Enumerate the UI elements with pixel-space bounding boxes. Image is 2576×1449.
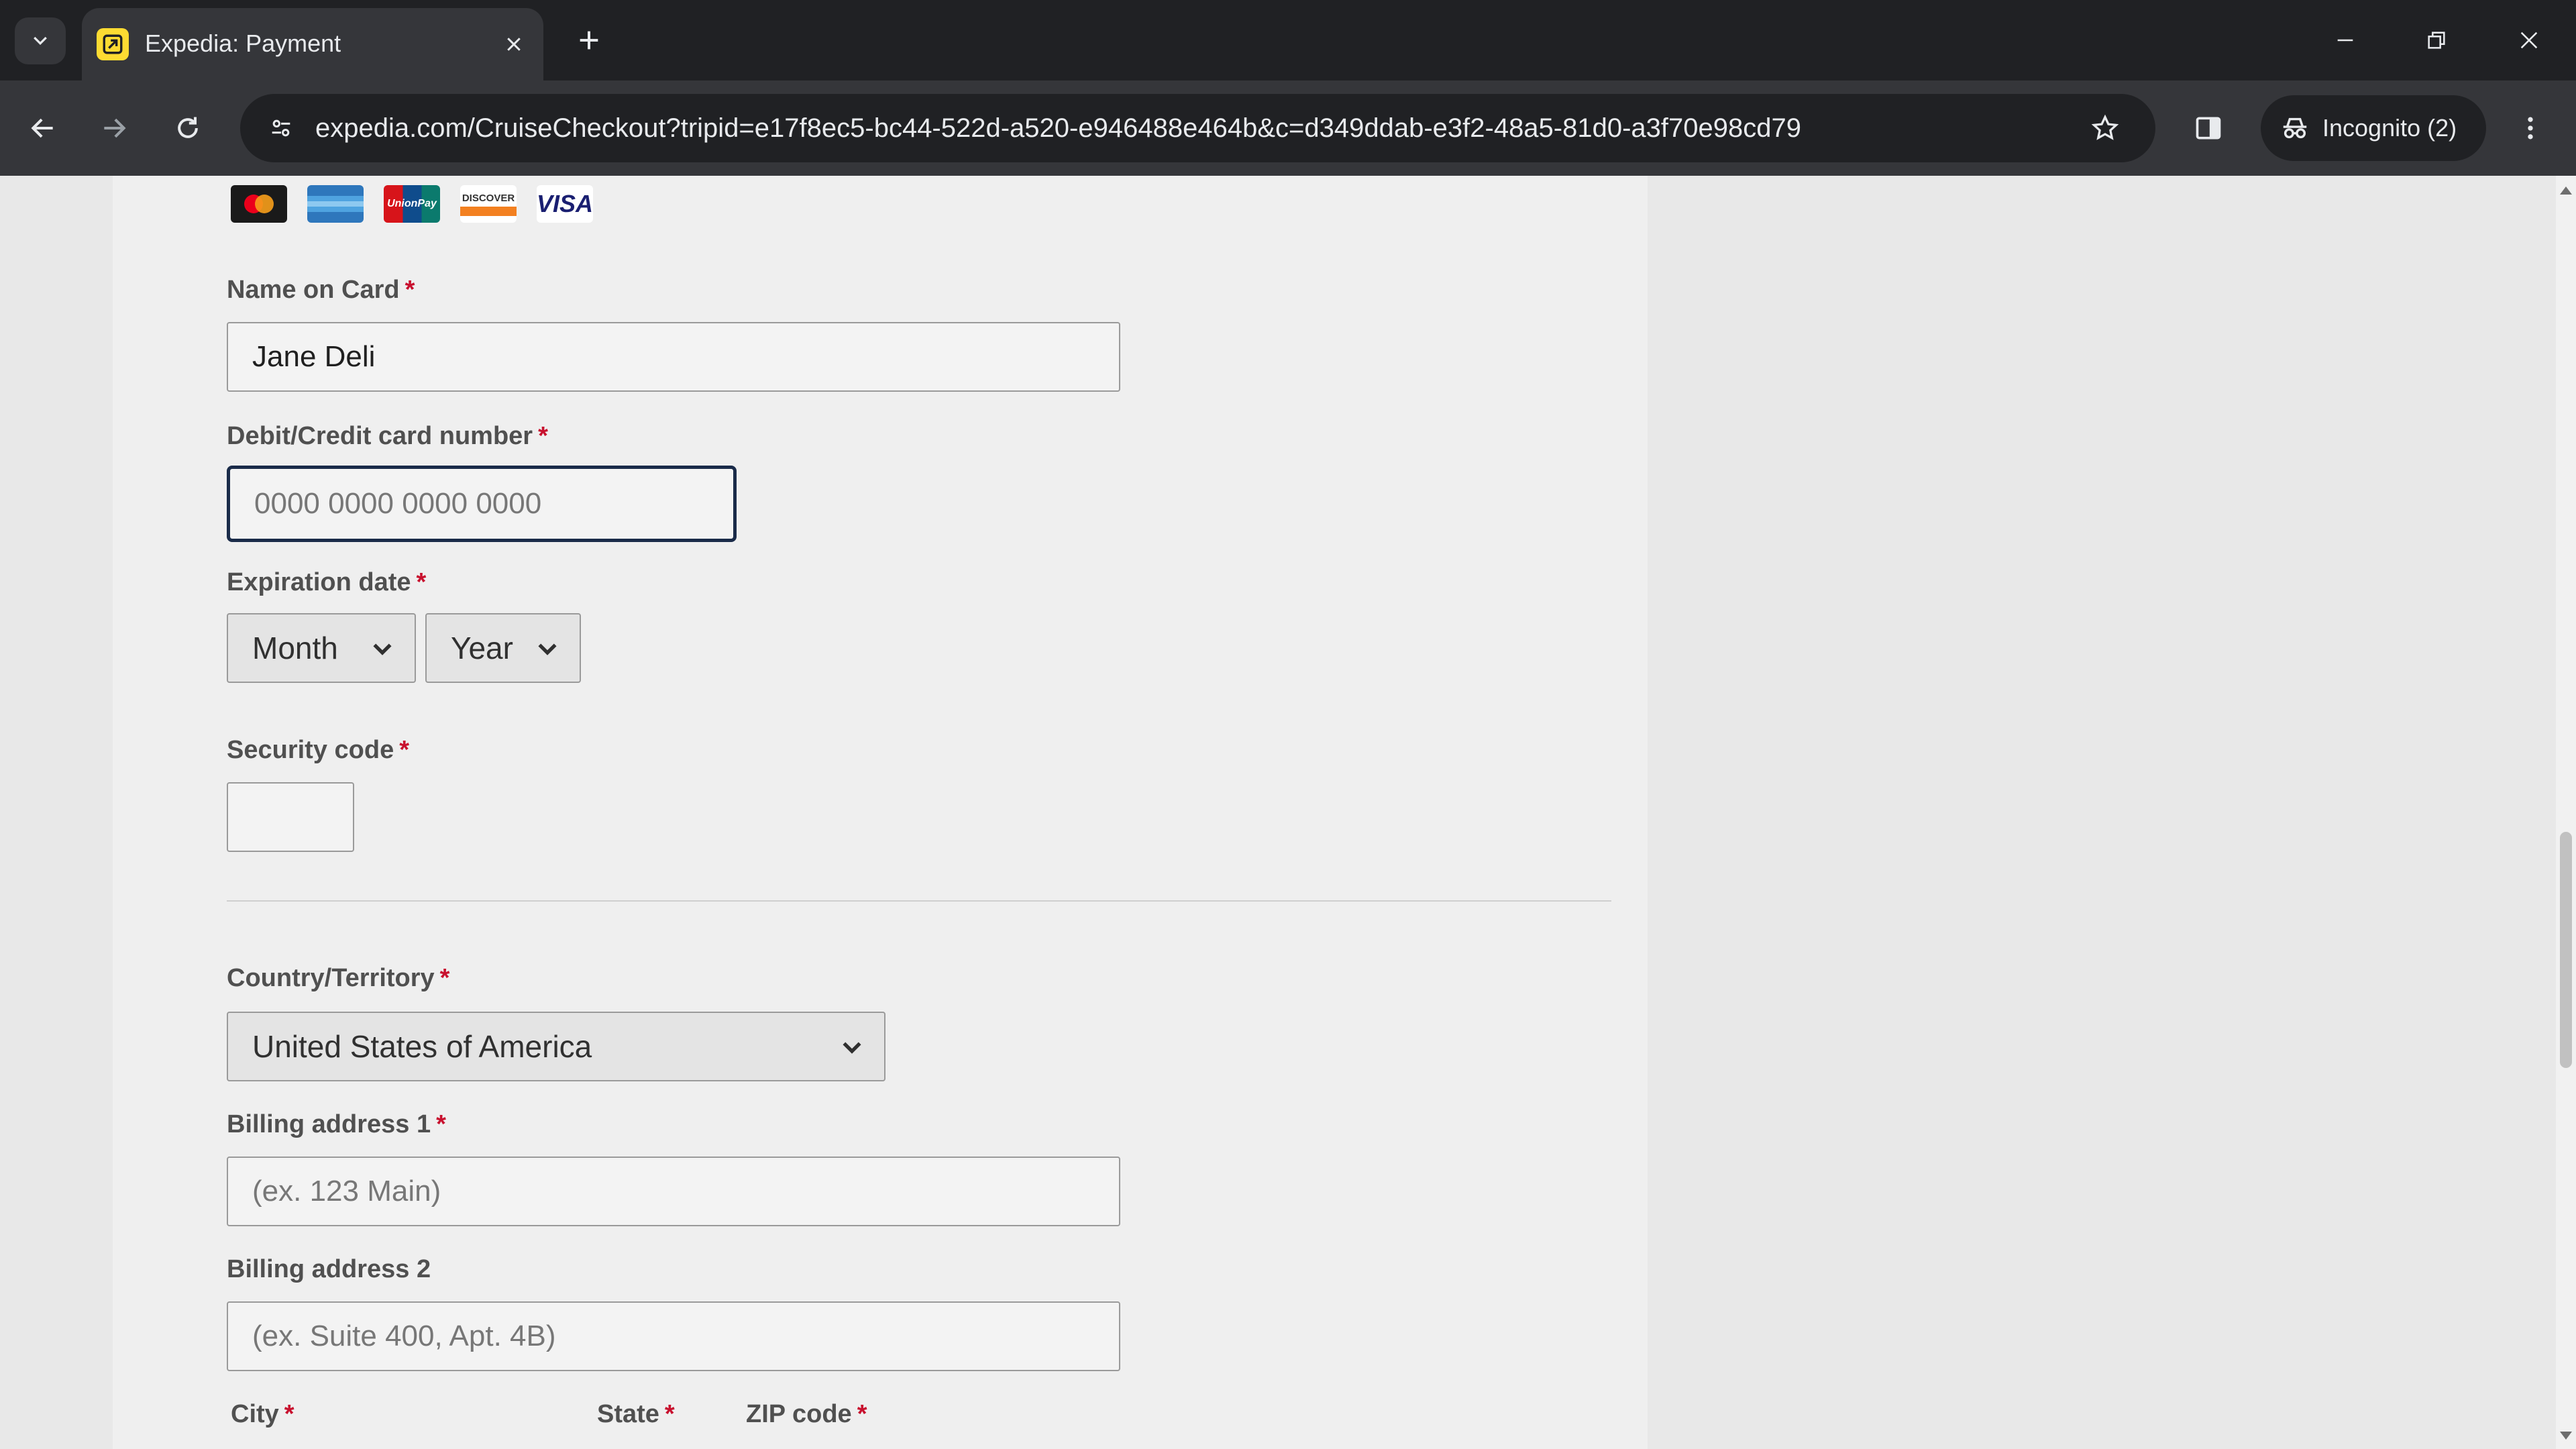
new-tab-button[interactable] [569,20,609,60]
reload-icon [178,117,198,138]
required-asterisk: * [399,736,410,764]
billing-address-1-input[interactable] [227,1157,1120,1226]
billing-address-1-label: Billing address 1 * [227,1110,446,1138]
incognito-label: Incognito (2) [2322,114,2457,142]
required-asterisk: * [436,1110,446,1138]
address-bar[interactable]: expedia.com/CruiseCheckout?tripid=e17f8e… [240,94,2155,162]
required-asterisk: * [664,1400,675,1428]
required-asterisk: * [538,422,548,450]
tab-search-button[interactable] [15,17,66,64]
browser-tab-active[interactable]: Expedia: Payment [82,8,543,80]
visa-logo-icon: VISA [537,185,593,223]
chevron-down-icon [34,36,47,46]
back-button[interactable] [19,104,67,152]
chevron-down-icon [843,1042,861,1054]
expedia-favicon-icon [97,28,129,60]
required-asterisk: * [405,276,415,304]
payment-form-card: UnionPay DISCOVER VISA Name on Card* Deb… [113,176,1648,1449]
tab-title: Expedia: Payment [145,30,341,57]
billing-address-2-label: Billing address 2 [227,1255,431,1283]
chevron-down-icon [373,643,392,655]
required-asterisk: * [416,568,427,596]
url-text[interactable]: expedia.com/CruiseCheckout?tripid=e17f8e… [315,110,1801,146]
expiration-date-label: Expiration date * [227,568,427,596]
unionpay-logo-icon: UnionPay [384,185,440,223]
restore-window-button[interactable] [2410,15,2463,66]
security-code-input[interactable] [227,782,354,852]
scroll-down-arrow-icon[interactable] [2560,1432,2572,1440]
name-on-card-input[interactable] [227,322,1120,392]
chevron-down-icon [538,643,557,655]
side-panel-icon [2196,117,2221,140]
restore-icon [2428,32,2445,49]
expiration-month-select[interactable]: Month [227,613,416,683]
incognito-icon [2283,117,2307,139]
country-select[interactable]: United States of America [227,1012,885,1081]
required-asterisk: * [439,964,450,992]
billing-address-2-input[interactable] [227,1301,1120,1371]
side-panel-button[interactable] [2184,104,2233,152]
zip-code-label: ZIP code * [746,1400,867,1428]
card-number-label: Debit/Credit card number * [227,422,548,450]
name-on-card-label: Name on Card * [227,276,415,304]
minimize-icon [2337,39,2353,42]
expiration-year-select[interactable]: Year [425,613,581,683]
browser-menu-button[interactable] [2506,104,2555,152]
required-asterisk: * [857,1400,867,1428]
state-label: State * [597,1400,675,1428]
page-viewport: UnionPay DISCOVER VISA Name on Card* Deb… [0,176,2556,1449]
page-scrollbar[interactable] [2556,176,2576,1449]
site-info-button[interactable] [259,106,303,150]
browser-toolbar: expedia.com/CruiseCheckout?tripid=e17f8e… [0,80,2576,176]
required-asterisk: * [284,1400,294,1428]
close-window-button[interactable] [2502,15,2556,66]
close-icon [507,38,521,51]
reload-button[interactable] [164,104,212,152]
amex-logo-icon [307,185,364,223]
card-number-input[interactable] [227,466,737,542]
bookmark-button[interactable] [2083,106,2127,150]
discover-logo-icon: DISCOVER [460,185,517,223]
tab-close-button[interactable] [496,27,531,62]
star-icon [2091,114,2119,140]
browser-tab-bar: Expedia: Payment [0,0,2576,80]
accepted-cards: UnionPay DISCOVER VISA [231,185,613,223]
section-divider [227,900,1611,902]
scroll-up-arrow-icon[interactable] [2560,186,2572,195]
scrollbar-thumb[interactable] [2560,832,2572,1068]
security-code-label: Security code * [227,736,410,764]
mastercard-logo-icon [231,185,287,223]
arrow-right-icon [104,118,126,138]
arrow-left-icon [31,118,53,138]
tune-icon [272,119,290,137]
forward-button[interactable] [90,104,138,152]
country-label: Country/Territory * [227,964,450,992]
plus-icon [580,31,598,50]
incognito-indicator[interactable]: Incognito (2) [2261,95,2486,161]
more-vertical-icon [2528,117,2533,140]
minimize-window-button[interactable] [2318,15,2372,66]
city-label: City * [231,1400,294,1428]
close-icon [2520,32,2538,49]
